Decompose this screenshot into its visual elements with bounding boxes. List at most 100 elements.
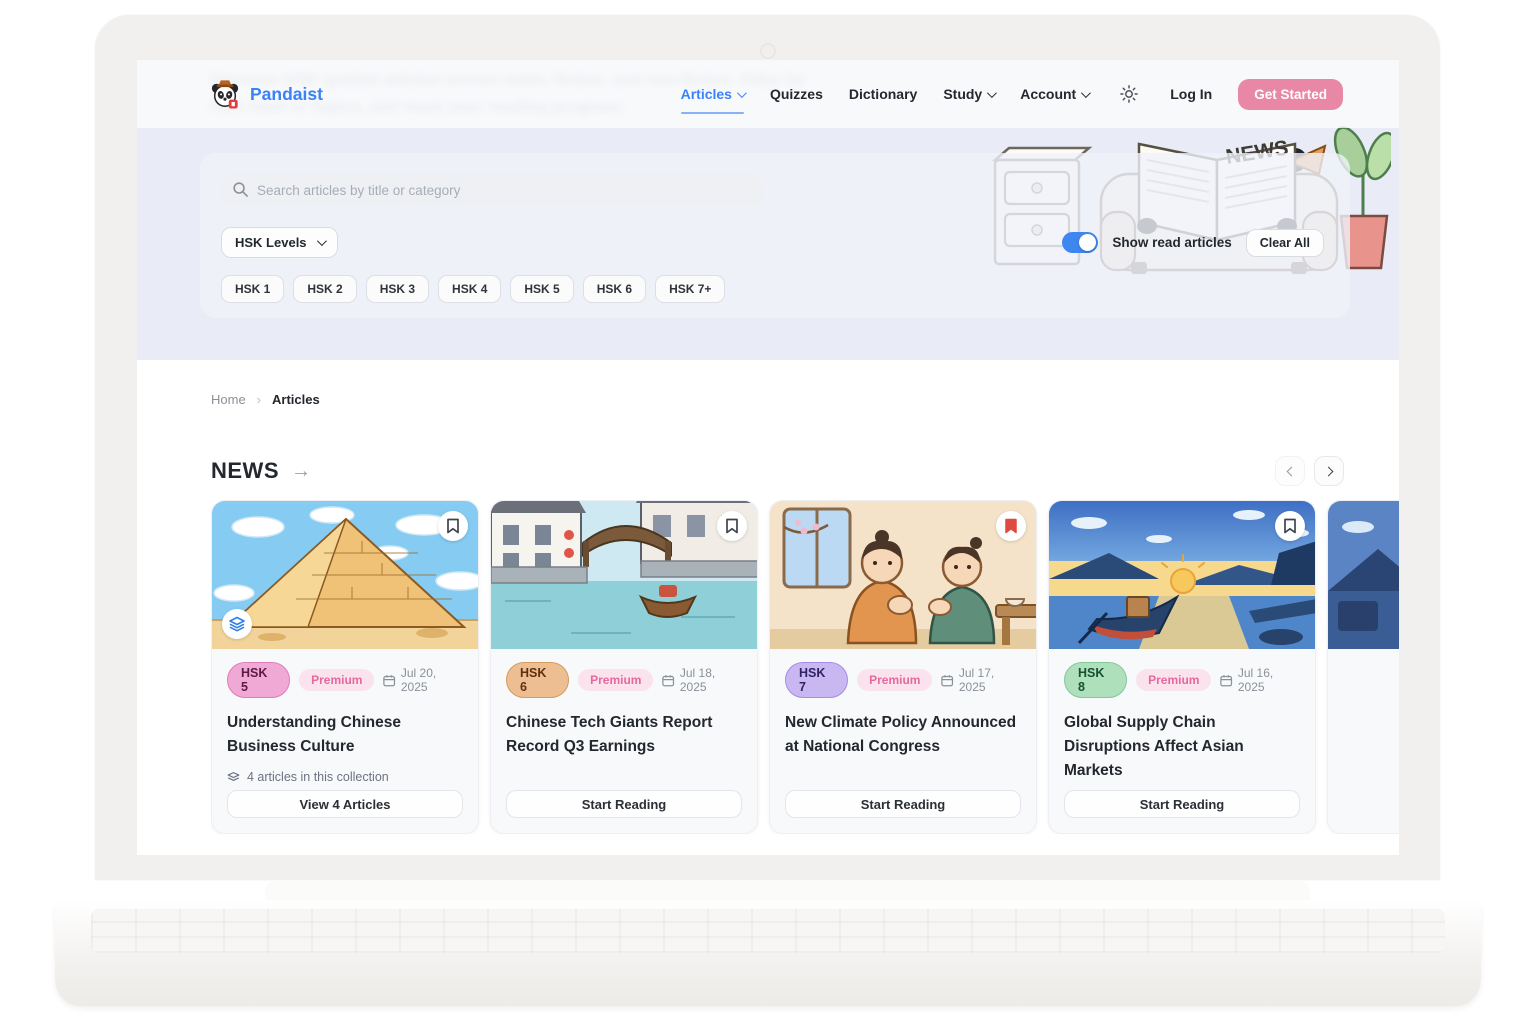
clear-all-button[interactable]: Clear All bbox=[1246, 229, 1324, 257]
hsk-level-badge: HSK 8 bbox=[1064, 662, 1127, 698]
laptop-base bbox=[55, 900, 1481, 1006]
premium-badge: Premium bbox=[578, 669, 653, 691]
article-image-partial bbox=[1328, 501, 1399, 649]
start-reading-button[interactable]: Start Reading bbox=[1064, 790, 1300, 818]
card-body: HSK 8 Premium Jul 16, 2025 Gl bbox=[1049, 649, 1315, 833]
theme-toggle-button[interactable] bbox=[1114, 79, 1144, 109]
carousel-controls bbox=[1275, 456, 1344, 486]
article-date: Jul 17, 2025 bbox=[941, 666, 1021, 694]
bookmark-outline-icon bbox=[446, 518, 460, 534]
card-body: HSK 5 Premium Jul 20, 2025 Un bbox=[212, 649, 478, 833]
nav-quizzes[interactable]: Quizzes bbox=[770, 86, 823, 102]
nav-study[interactable]: Study bbox=[943, 86, 994, 102]
hsk-level-badge: HSK 6 bbox=[506, 662, 569, 698]
chip-hsk-2[interactable]: HSK 2 bbox=[293, 275, 356, 303]
date-text: Jul 18, 2025 bbox=[680, 666, 742, 694]
article-card-supply-chain[interactable]: HSK 8 Premium Jul 16, 2025 Gl bbox=[1048, 500, 1316, 834]
partial-illustration bbox=[1328, 501, 1399, 649]
show-read-toggle[interactable] bbox=[1062, 232, 1098, 253]
view-articles-button[interactable]: View 4 Articles bbox=[227, 790, 463, 818]
hsk-level-chips: HSK 1 HSK 2 HSK 3 HSK 4 HSK 5 HSK 6 HSK … bbox=[221, 275, 1329, 303]
nav-account-label: Account bbox=[1020, 86, 1076, 102]
article-title[interactable]: Chinese Tech Giants Report Record Q3 Ear… bbox=[506, 711, 742, 759]
article-date: Jul 16, 2025 bbox=[1220, 666, 1300, 694]
article-card-business-culture[interactable]: HSK 5 Premium Jul 20, 2025 Un bbox=[211, 500, 479, 834]
card-body: HSK 6 Premium Jul 18, 2025 Ch bbox=[491, 649, 757, 833]
main-nav: Articles Quizzes Dictionary Study Accoun… bbox=[681, 79, 1343, 110]
date-text: Jul 20, 2025 bbox=[401, 666, 463, 694]
brand-name[interactable]: Pandaist bbox=[250, 84, 323, 105]
chevron-down-icon bbox=[737, 88, 747, 98]
bookmark-button[interactable] bbox=[717, 511, 747, 541]
date-text: Jul 17, 2025 bbox=[959, 666, 1021, 694]
collection-info: 4 articles in this collection bbox=[227, 770, 463, 784]
start-reading-button[interactable]: Start Reading bbox=[785, 790, 1021, 818]
breadcrumb: Home › Articles bbox=[211, 392, 320, 407]
article-image-pyramid bbox=[212, 501, 478, 649]
collection-layers-badge bbox=[222, 609, 252, 639]
premium-badge: Premium bbox=[857, 669, 932, 691]
bookmark-outline-icon bbox=[725, 518, 739, 534]
collection-count-text: 4 articles in this collection bbox=[247, 770, 389, 784]
carousel-next-button[interactable] bbox=[1314, 456, 1344, 486]
chip-hsk-7plus[interactable]: HSK 7+ bbox=[655, 275, 725, 303]
calendar-icon bbox=[383, 674, 395, 687]
nav-account[interactable]: Account bbox=[1020, 86, 1088, 102]
article-card-partial[interactable] bbox=[1327, 500, 1399, 834]
search-icon bbox=[232, 181, 249, 198]
calendar-icon bbox=[662, 674, 674, 687]
news-section-header: NEWS → bbox=[211, 456, 1344, 486]
article-image-lake-sunset bbox=[1049, 501, 1315, 649]
article-date: Jul 18, 2025 bbox=[662, 666, 742, 694]
article-card-climate-policy[interactable]: HSK 7 Premium Jul 17, 2025 Ne bbox=[769, 500, 1037, 834]
hsk-levels-dropdown[interactable]: HSK Levels bbox=[221, 227, 338, 258]
calendar-icon bbox=[1220, 674, 1232, 687]
toggle-knob bbox=[1079, 234, 1096, 251]
breadcrumb-home[interactable]: Home bbox=[211, 392, 246, 407]
get-started-button[interactable]: Get Started bbox=[1238, 79, 1343, 110]
chip-hsk-1[interactable]: HSK 1 bbox=[221, 275, 284, 303]
layers-icon bbox=[227, 771, 240, 784]
hero-section: NEWS HSK Lev bbox=[137, 128, 1399, 360]
badge-row: HSK 5 Premium Jul 20, 2025 bbox=[227, 662, 463, 698]
nav-dictionary[interactable]: Dictionary bbox=[849, 86, 917, 102]
date-text: Jul 16, 2025 bbox=[1238, 666, 1300, 694]
bookmark-button[interactable] bbox=[438, 511, 468, 541]
chip-hsk-4[interactable]: HSK 4 bbox=[438, 275, 501, 303]
hsk-level-badge: HSK 7 bbox=[785, 662, 848, 698]
article-card-tech-giants[interactable]: HSK 6 Premium Jul 18, 2025 Ch bbox=[490, 500, 758, 834]
premium-badge: Premium bbox=[1136, 669, 1211, 691]
sun-icon bbox=[1120, 85, 1138, 103]
article-image-conversation bbox=[770, 501, 1036, 649]
article-title[interactable]: Global Supply Chain Disruptions Affect A… bbox=[1064, 711, 1300, 783]
log-in-button[interactable]: Log In bbox=[1170, 86, 1212, 102]
article-date: Jul 20, 2025 bbox=[383, 666, 463, 694]
read-toggle-group: Show read articles Clear All bbox=[1062, 229, 1329, 257]
laptop-mockup: Discover HSK graded articles across news… bbox=[0, 0, 1536, 1015]
search-input[interactable] bbox=[221, 174, 763, 206]
article-title[interactable]: New Climate Policy Announced at National… bbox=[785, 711, 1021, 759]
bookmark-button[interactable] bbox=[996, 511, 1026, 541]
laptop-keyboard bbox=[91, 909, 1445, 953]
badge-row: HSK 7 Premium Jul 17, 2025 bbox=[785, 662, 1021, 698]
nav-articles[interactable]: Articles bbox=[681, 86, 744, 102]
hsk-levels-label: HSK Levels bbox=[235, 235, 307, 250]
premium-badge: Premium bbox=[299, 669, 374, 691]
card-body: HSK 7 Premium Jul 17, 2025 Ne bbox=[770, 649, 1036, 833]
chevron-down-icon bbox=[1081, 88, 1091, 98]
bookmark-filled-icon bbox=[1004, 518, 1018, 534]
chip-hsk-5[interactable]: HSK 5 bbox=[510, 275, 573, 303]
bookmark-button[interactable] bbox=[1275, 511, 1305, 541]
calendar-icon bbox=[941, 674, 953, 687]
start-reading-button[interactable]: Start Reading bbox=[506, 790, 742, 818]
chip-hsk-6[interactable]: HSK 6 bbox=[583, 275, 646, 303]
card-body bbox=[1328, 649, 1399, 833]
arrow-right-icon[interactable]: → bbox=[291, 460, 311, 483]
article-title[interactable]: Understanding Chinese Business Culture bbox=[227, 711, 463, 759]
brand[interactable]: Pandaist bbox=[210, 79, 323, 109]
chip-hsk-3[interactable]: HSK 3 bbox=[366, 275, 429, 303]
site-header: Pandaist Articles Quizzes Dictionary Stu… bbox=[137, 60, 1399, 128]
carousel-prev-button[interactable] bbox=[1275, 456, 1305, 486]
filter-row: HSK Levels Show read articles Clear All bbox=[221, 227, 1329, 258]
badge-row: HSK 6 Premium Jul 18, 2025 bbox=[506, 662, 742, 698]
